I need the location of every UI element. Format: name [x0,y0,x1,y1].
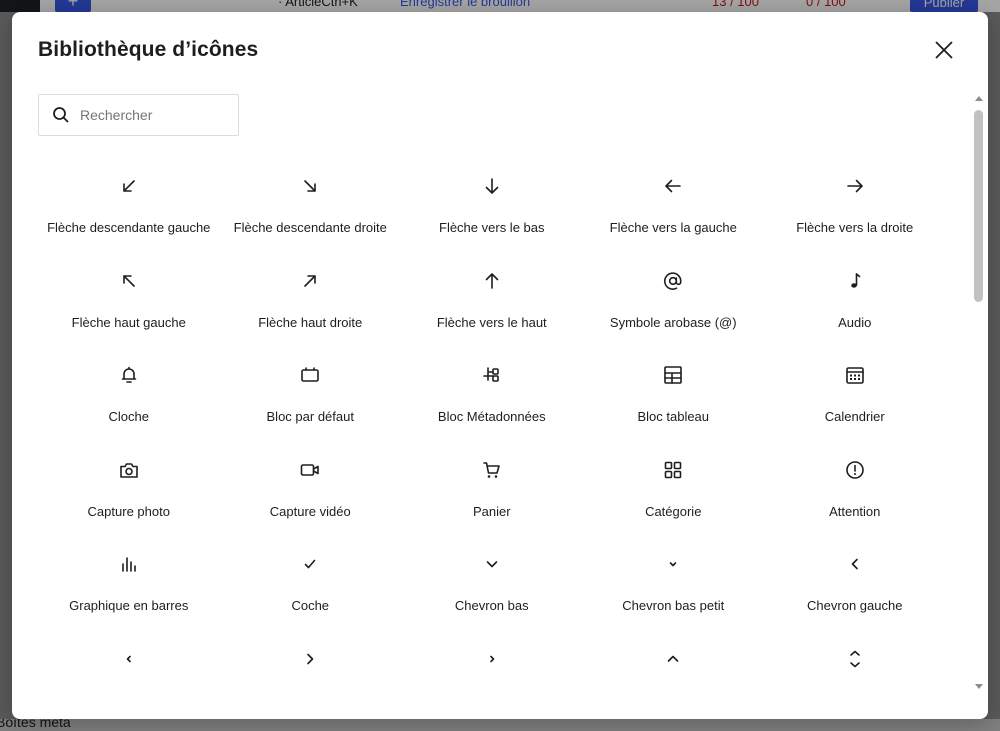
arrow-down-icon [480,174,504,198]
scroll-thumb[interactable] [974,110,983,302]
icon-item[interactable]: Flèche vers le bas [401,162,583,257]
icon-item-label: Symbole arobase (@) [609,314,737,330]
icon-item[interactable]: Audio [764,257,946,352]
scrollbar[interactable] [972,96,986,692]
chevron-up-icon [661,647,685,671]
icon-item-label: Cloche [108,409,149,424]
icon-item-label: Flèche vers le bas [439,220,545,235]
audio-icon [843,269,867,293]
icon-item[interactable]: Flèche vers le haut [401,257,583,352]
block-table-icon [661,363,685,387]
icon-item[interactable]: Symbole arobase (@) [583,257,765,352]
arrow-up-icon [480,269,504,293]
icon-item[interactable]: Flèche descendante droite [220,162,402,257]
icon-item-label: Flèche haut gauche [71,314,186,330]
icon-item[interactable]: Capture photo [38,446,220,541]
icon-item-label: Catégorie [645,503,702,519]
icon-item[interactable]: Chevron gauche [764,540,946,635]
icon-item[interactable] [764,635,946,720]
icon-item-label: Capture photo [87,503,170,519]
bell-icon [117,363,141,387]
category-icon [661,458,685,482]
icon-item-label: Flèche descendante droite [233,220,387,235]
icon-item-label: Flèche vers la gauche [609,220,737,235]
search-box[interactable] [38,94,239,136]
icon-item[interactable]: Bloc Métadonnées [401,351,583,446]
chevron-right-icon [298,647,322,671]
icon-item-label: Attention [829,503,881,519]
icon-item-label: Flèche haut droite [258,314,363,330]
check-icon [298,552,322,576]
icon-item[interactable]: Calendrier [764,351,946,446]
icon-item-label: Panier [472,503,511,519]
icon-library-modal: Bibliothèque d’icônes Flèche descendante… [12,12,988,719]
attention-icon [843,458,867,482]
icon-item[interactable]: Flèche vers la gauche [583,162,765,257]
arrow-up-left-icon [117,269,141,293]
icon-item[interactable]: Flèche descendante gauche [38,162,220,257]
cart-icon [480,458,504,482]
icon-item[interactable]: Graphique en barres [38,540,220,635]
icon-item[interactable]: Coche [220,540,402,635]
video-capture-icon [298,458,322,482]
close-icon [933,39,955,66]
arrow-down-left-icon [117,174,141,198]
chevron-right-small-icon [480,647,504,671]
arrow-left-icon [661,174,685,198]
icon-item[interactable] [583,635,765,720]
chevron-up-down-icon [843,647,867,671]
icon-item[interactable] [38,635,220,720]
icon-item-label: Flèche vers la droite [796,220,914,235]
icon-item-label: Chevron bas [454,598,529,613]
chevron-left-icon [843,552,867,576]
icon-item-label: Graphique en barres [69,598,189,613]
arrow-down-right-icon [298,174,322,198]
icon-item-label: Bloc par défaut [266,409,354,424]
icon-item[interactable]: Bloc tableau [583,351,765,446]
icon-item[interactable]: Flèche haut gauche [38,257,220,352]
icon-item[interactable]: Flèche haut droite [220,257,402,352]
icon-item-label: Chevron bas petit [622,598,725,613]
chevron-down-small-icon [661,552,685,576]
icon-item-label: Flèche vers le haut [436,314,547,330]
bar-chart-icon [117,552,141,576]
icon-item[interactable]: Panier [401,446,583,541]
modal-title: Bibliothèque d’icônes [38,38,259,61]
icon-item[interactable]: Flèche vers la droite [764,162,946,257]
arrow-up-right-icon [298,269,322,293]
icon-item-label: Audio [838,314,872,330]
icon-item[interactable]: Capture vidéo [220,446,402,541]
calendar-icon [843,363,867,387]
camera-icon [117,458,141,482]
icon-item[interactable]: Attention [764,446,946,541]
chevron-left-small-icon [117,647,141,671]
icon-item[interactable]: Cloche [38,351,220,446]
icon-item-label: Bloc tableau [637,409,710,424]
at-symbol-icon [661,269,685,293]
icon-item-label: Bloc Métadonnées [437,409,546,424]
icon-item[interactable] [401,635,583,720]
icon-grid: Flèche descendante gauche Flèche descenda… [38,162,946,719]
icon-item[interactable]: Chevron bas petit [583,540,765,635]
arrow-right-icon [843,174,867,198]
icon-item[interactable]: Chevron bas [401,540,583,635]
block-default-icon [298,363,322,387]
icon-item[interactable]: Bloc par défaut [220,351,402,446]
icon-item-label: Flèche descendante gauche [47,220,211,235]
close-button[interactable] [928,36,960,68]
icon-item-label: Coche [291,598,330,613]
block-meta-icon [480,363,504,387]
icon-item[interactable]: Catégorie [583,446,765,541]
icon-item-label: Calendrier [824,409,885,424]
chevron-down-icon [480,552,504,576]
scroll-down-icon[interactable] [975,684,983,689]
icon-item[interactable] [220,635,402,720]
search-icon [53,107,69,123]
scroll-up-icon[interactable] [975,96,983,101]
icon-item-label: Chevron gauche [807,598,903,613]
search-input[interactable] [78,106,232,124]
icon-item-label: Capture vidéo [269,503,351,519]
